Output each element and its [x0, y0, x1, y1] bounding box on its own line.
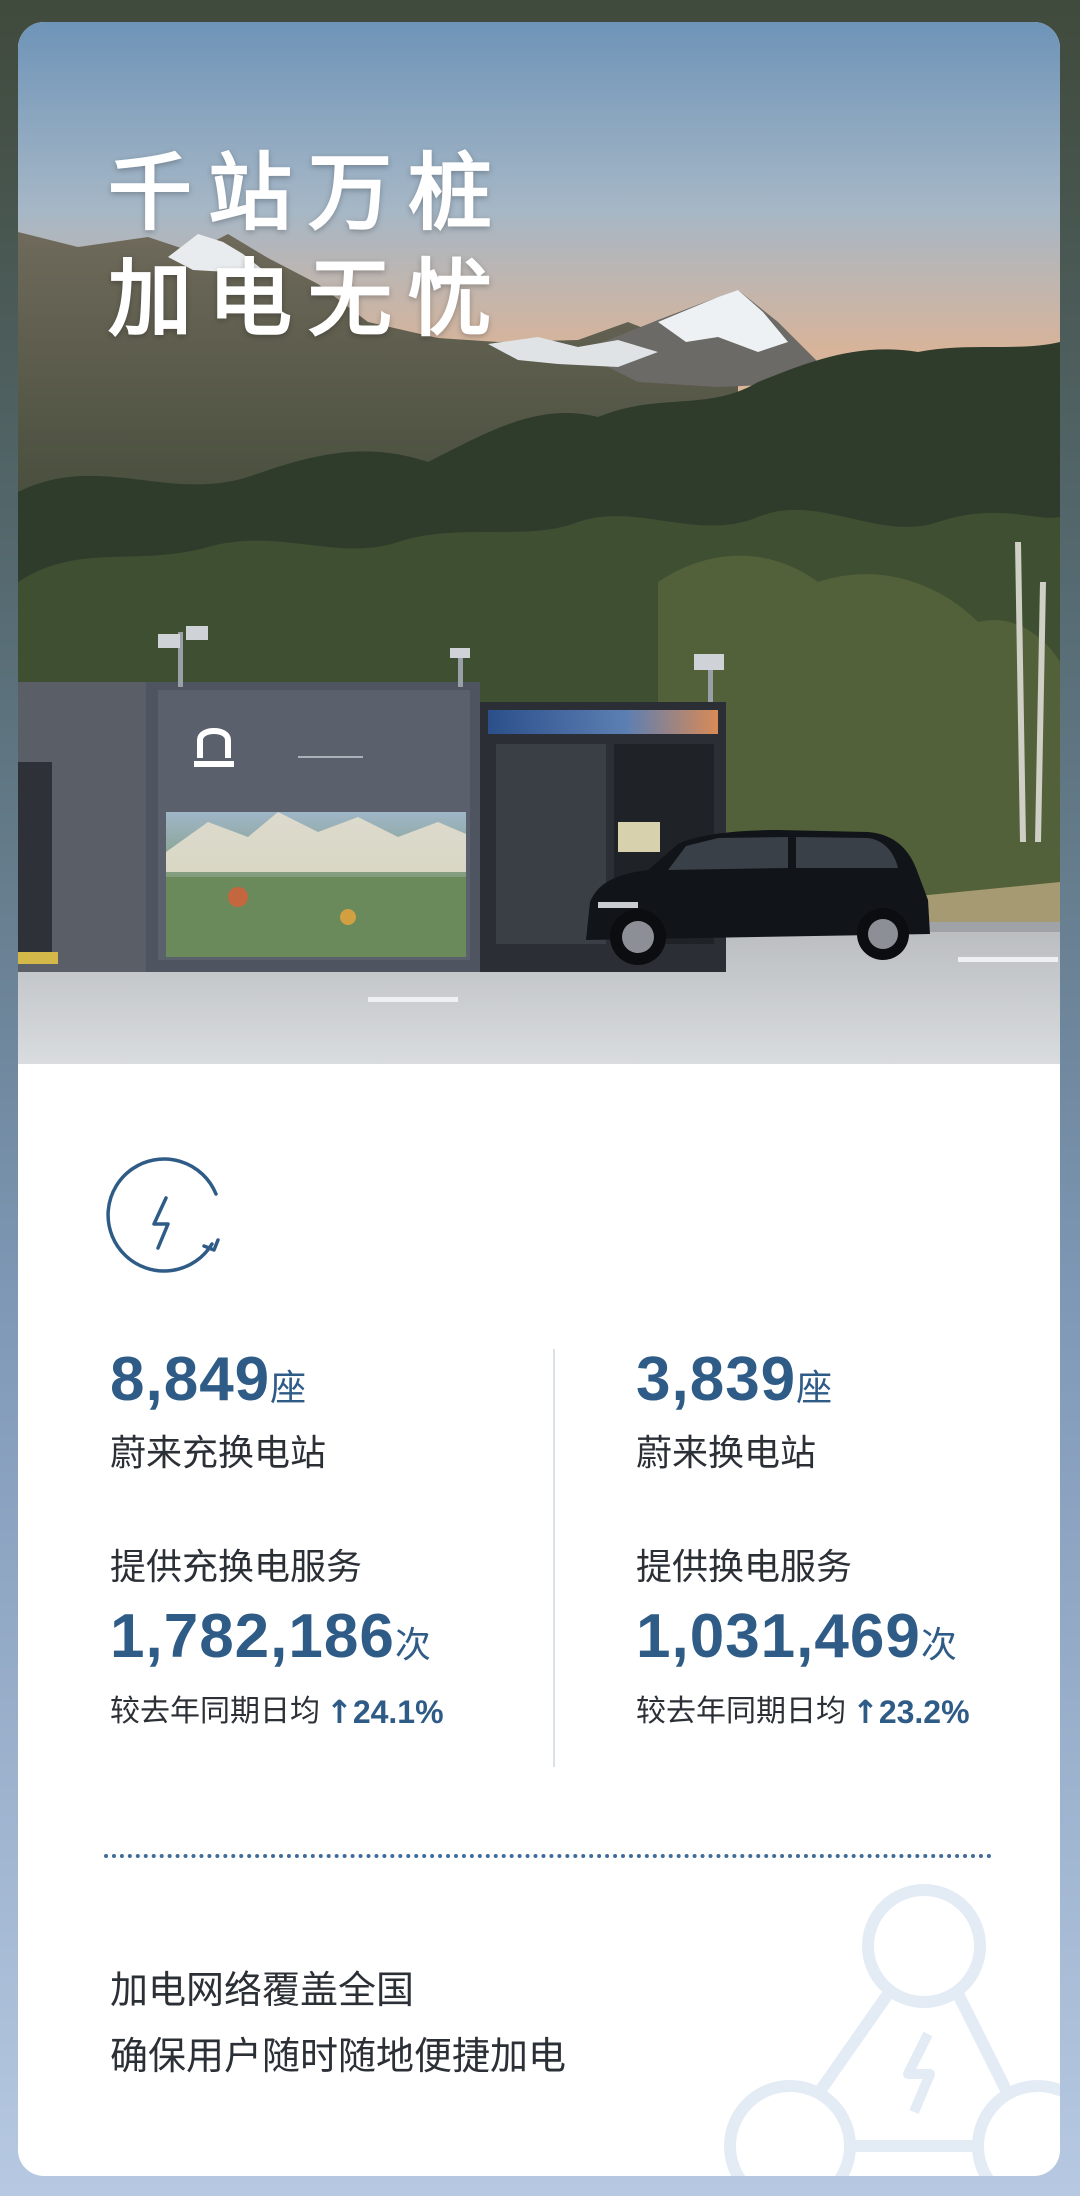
arrow-up-icon: ↑ [852, 1693, 879, 1731]
service-count: 1,782,186次 [110, 1601, 580, 1682]
stat-column-right: 3,839座 蔚来换电站 提供换电服务 1,031,469次 较去年同期日均 ↑… [636, 1344, 1060, 1732]
station-count: 3,839座 [636, 1344, 1060, 1425]
footer-line-1: 加电网络覆盖全国 [110, 1968, 415, 2012]
service-count-value: 1,782,186 [110, 1602, 395, 1671]
stats-section: 8,849座 蔚来充换电站 提供充换电服务 1,782,186次 较去年同期日均… [18, 1064, 1060, 2176]
station-count-unit: 座 [796, 1368, 833, 1409]
charging-cycle-icon [106, 1157, 220, 1273]
hero-title: 千站万桩 加电无忧 [108, 140, 508, 352]
service-count-value: 1,031,469 [636, 1602, 921, 1671]
station-count-unit: 座 [270, 1368, 307, 1409]
station-label: 蔚来换电站 [636, 1433, 817, 1474]
service-count-unit: 次 [394, 1625, 431, 1666]
yoy-value: 24.1% [352, 1694, 444, 1730]
yoy-label: 较去年同期日均 [110, 1694, 320, 1729]
footer-text: 加电网络覆盖全国 确保用户随时随地便捷加电 [110, 1957, 566, 2089]
network-decoration-icon [724, 1884, 1060, 2176]
yoy-label: 较去年同期日均 [636, 1694, 846, 1729]
yoy-value: 23.2% [878, 1694, 970, 1730]
arrow-up-icon: ↑ [326, 1693, 353, 1731]
poster-card: 千站万桩 加电无忧 8,849座 蔚来充换电站 提供充换电服务 1,782,18… [18, 22, 1060, 2176]
yoy-growth: 较去年同期日均 ↑ 24.1% [110, 1692, 580, 1732]
stat-column-left: 8,849座 蔚来充换电站 提供充换电服务 1,782,186次 较去年同期日均… [110, 1344, 580, 1732]
service-count: 1,031,469次 [636, 1601, 1060, 1682]
station-count-value: 8,849 [110, 1345, 271, 1414]
station-count-value: 3,839 [636, 1345, 797, 1414]
footer-line-2: 确保用户随时随地便捷加电 [110, 2034, 567, 2078]
service-label: 提供充换电服务 [110, 1547, 363, 1588]
station-count: 8,849座 [110, 1344, 580, 1425]
yoy-growth: 较去年同期日均 ↑ 23.2% [636, 1692, 1060, 1732]
hero-title-line-1: 千站万桩 [108, 144, 509, 242]
hero-image: 千站万桩 加电无忧 [18, 22, 1060, 1064]
hero-title-line-2: 加电无忧 [108, 250, 509, 348]
station-label: 蔚来充换电站 [110, 1433, 327, 1474]
service-count-unit: 次 [920, 1625, 957, 1666]
dotted-divider [104, 1854, 992, 1858]
service-label: 提供换电服务 [636, 1547, 853, 1588]
